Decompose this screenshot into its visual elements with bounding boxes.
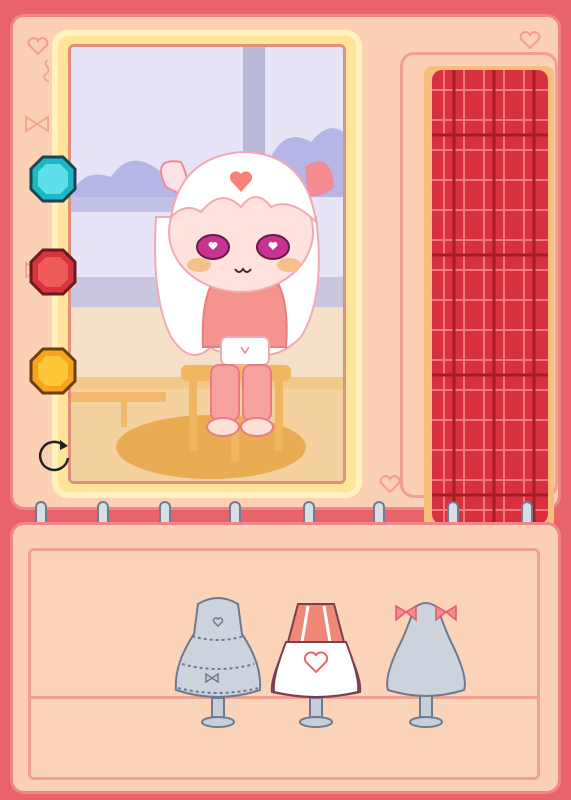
frilly-lolita-dress[interactable]	[172, 594, 264, 734]
plaid-fabric-item[interactable]	[432, 70, 548, 524]
teal-gem-button[interactable]	[28, 154, 78, 204]
orange-gem-button[interactable]	[28, 346, 78, 396]
bow-simple-dress[interactable]	[384, 598, 468, 734]
room-background	[71, 47, 343, 481]
character-scene	[68, 44, 346, 484]
heart-icon	[27, 37, 49, 56]
red-gem-button[interactable]	[28, 247, 78, 297]
rotate-icon[interactable]	[38, 438, 74, 474]
heart-icon	[379, 475, 401, 494]
bow-icon	[25, 115, 49, 133]
heart-icon	[519, 31, 541, 50]
heart-apron-dress[interactable]	[268, 598, 364, 734]
